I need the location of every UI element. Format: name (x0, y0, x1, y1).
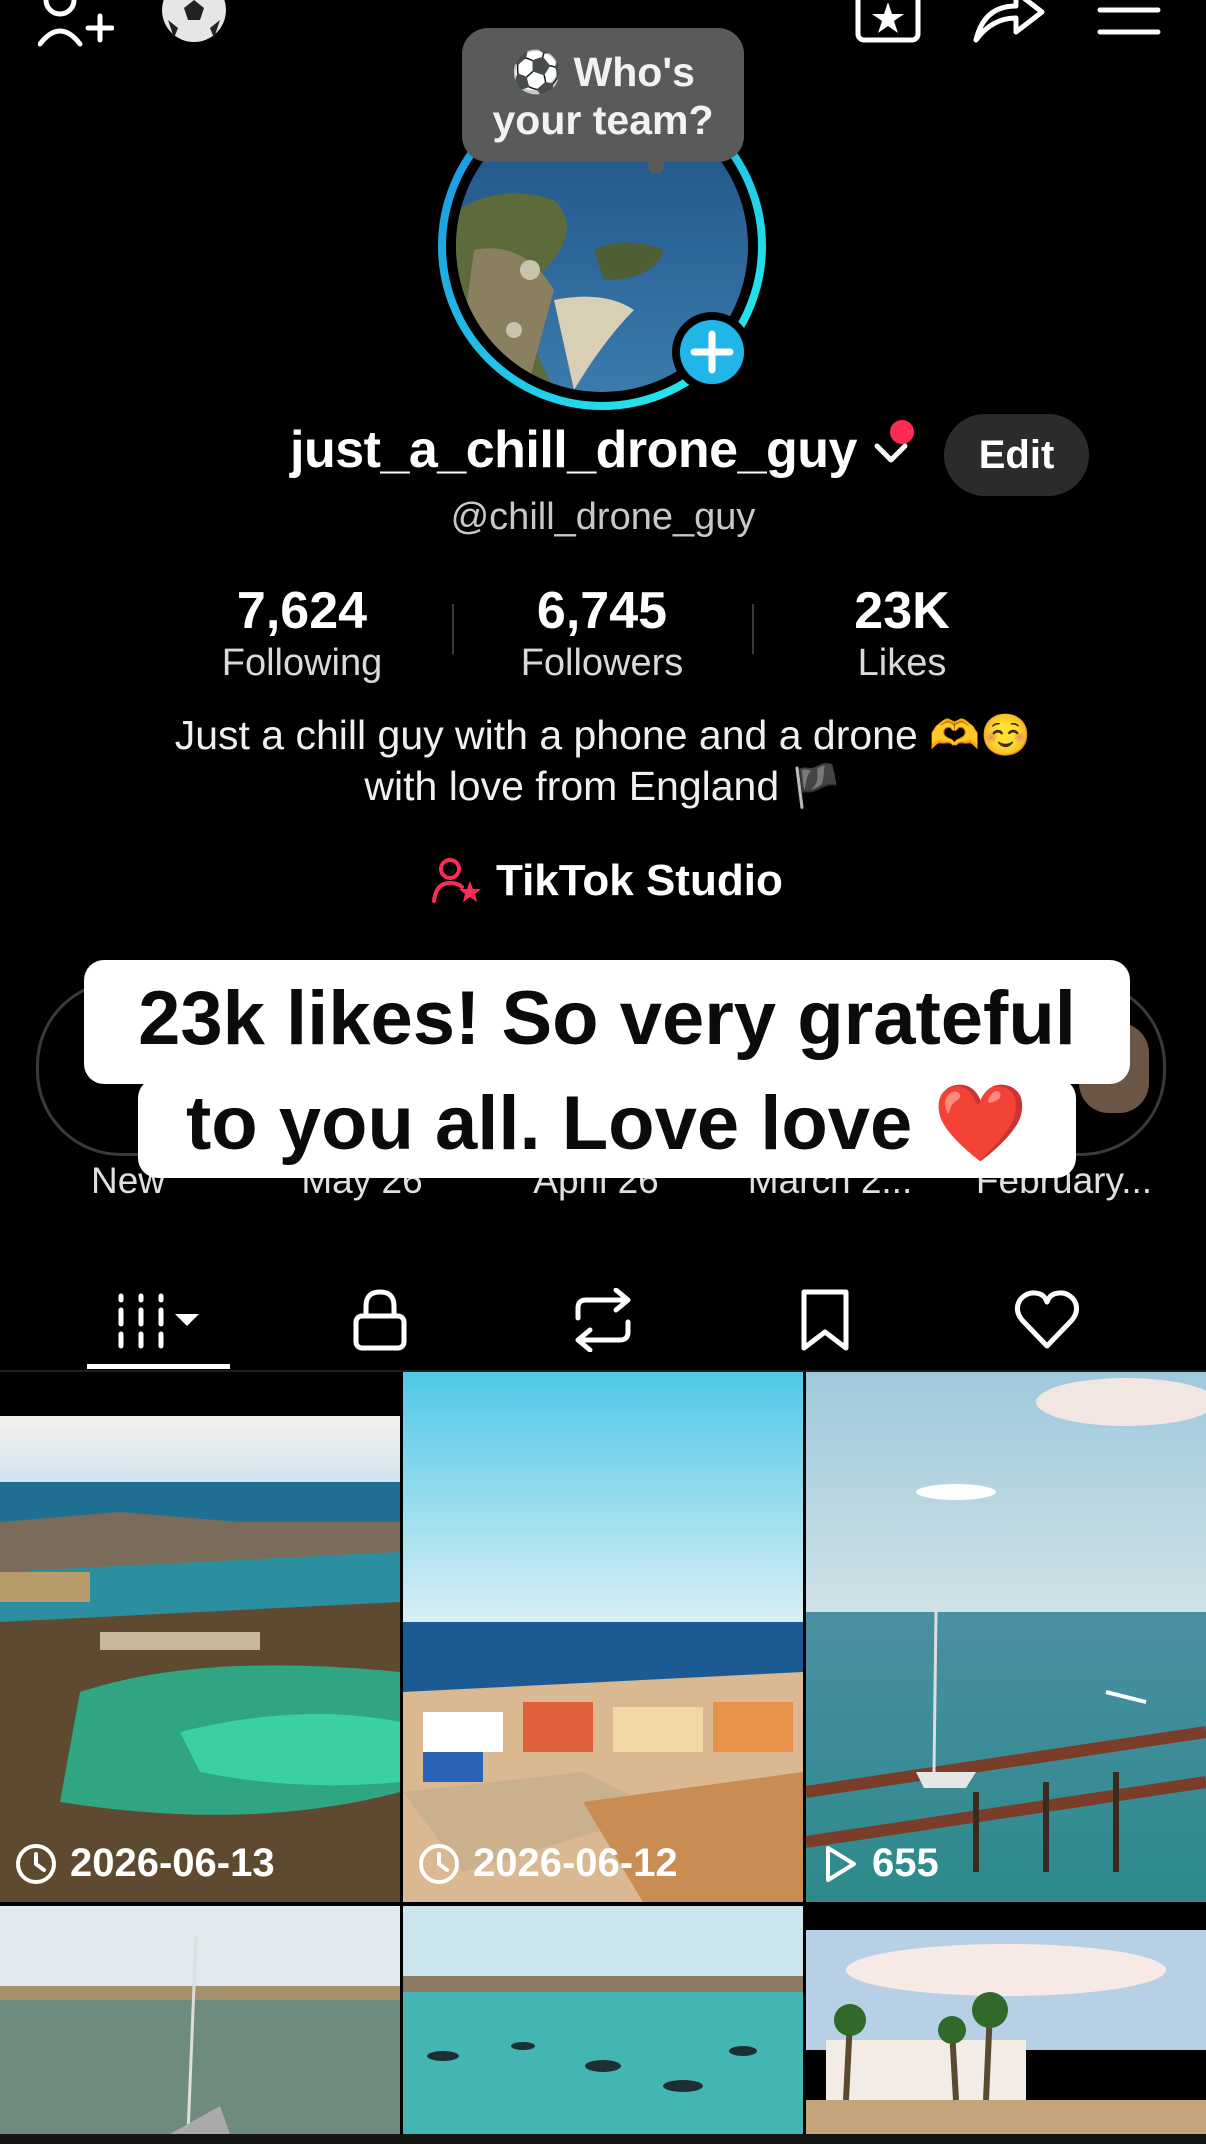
bio-line-2: with love from England 🏴 (364, 763, 842, 809)
bio-line-1: Just a chill guy with a phone and a dron… (174, 712, 1032, 758)
stat-divider (752, 604, 754, 654)
hamburger-menu-icon (1097, 7, 1161, 35)
caption-overlay-line1: 23k likes! So very grateful (84, 960, 1130, 1084)
video-thumbnail[interactable] (0, 1906, 400, 2134)
heart-icon (1014, 1290, 1080, 1349)
team-button[interactable] (158, 0, 230, 46)
tiktok-studio-link[interactable]: TikTok Studio (432, 856, 783, 906)
clock-icon (419, 1843, 459, 1884)
team-prompt-line1: ⚽ Who's (511, 49, 695, 95)
followers-label: Followers (520, 642, 684, 684)
video-thumbnail[interactable]: 655 (806, 1372, 1206, 1902)
tiktok-studio-label: TikTok Studio (496, 856, 783, 905)
scheduled-label: 2026-06-12 (417, 1841, 678, 1886)
notification-dot (890, 420, 914, 444)
profile-handle: @chill_drone_guy (450, 496, 756, 538)
video-thumbnail[interactable]: 2026-06-13 (0, 1372, 400, 1902)
share-profile-button[interactable] (970, 0, 1048, 46)
creator-star-icon (432, 858, 481, 903)
display-name[interactable]: just_a_chill_drone_guy (290, 420, 909, 480)
share-arrow-icon (973, 0, 1045, 43)
star-box-icon (855, 0, 921, 43)
active-tab-indicator (87, 1364, 230, 1369)
stat-likes[interactable]: 23K Likes (772, 582, 1032, 686)
favorites-button[interactable] (854, 0, 924, 46)
video-thumbnail[interactable] (403, 1906, 803, 2134)
stat-following[interactable]: 7,624 Following (172, 582, 432, 686)
clock-icon (16, 1843, 56, 1884)
likes-label: Likes (857, 642, 947, 684)
add-friend-button[interactable] (36, 0, 116, 50)
stat-divider (452, 604, 454, 654)
scheduled-label: 2026-06-13 (14, 1841, 275, 1886)
grid-icon (118, 1293, 199, 1349)
tab-reposts[interactable] (543, 1270, 663, 1370)
tab-liked[interactable] (987, 1270, 1107, 1370)
video-thumbnail[interactable]: 2026-06-12 (403, 1372, 803, 1902)
bookmark-icon (801, 1289, 849, 1351)
video-thumbnail[interactable] (806, 1930, 1206, 2134)
soccer-ball-icon: ⚽ (511, 49, 563, 95)
team-prompt-bubble[interactable]: ⚽ Who's your team? (462, 28, 744, 174)
tab-private[interactable] (320, 1270, 440, 1370)
lock-icon (353, 1289, 407, 1351)
following-count: 7,624 (236, 582, 368, 640)
tab-videos[interactable] (87, 1270, 230, 1370)
caption-overlay-line2: to you all. Love love ❤️ (138, 1078, 1076, 1178)
team-prompt-line2: your team? (492, 97, 714, 143)
following-label: Following (221, 642, 383, 684)
person-plus-icon (38, 0, 114, 47)
soccer-ball-icon (162, 0, 226, 42)
likes-count: 23K (854, 582, 950, 640)
play-icon (826, 1845, 856, 1882)
edit-profile-button[interactable]: Edit (944, 414, 1089, 496)
profile-avatar[interactable] (434, 82, 770, 412)
tab-favorites[interactable] (765, 1270, 885, 1370)
repost-icon (575, 1288, 631, 1352)
stat-followers[interactable]: 6,745 Followers (472, 582, 732, 686)
views-label: 655 (820, 1841, 939, 1886)
bottom-navigation-edge (0, 2134, 1206, 2144)
menu-button[interactable] (1096, 0, 1162, 46)
followers-count: 6,745 (536, 582, 668, 640)
